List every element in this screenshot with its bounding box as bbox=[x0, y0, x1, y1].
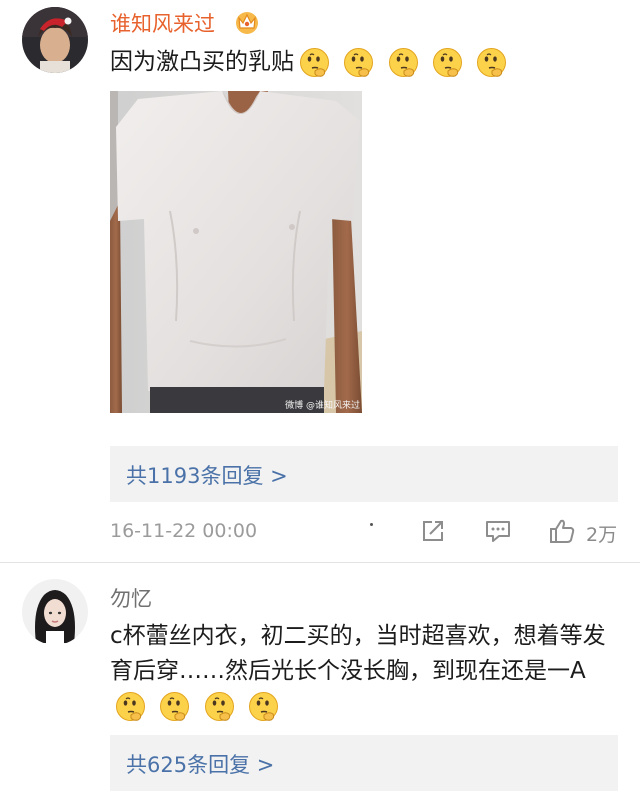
replies-box[interactable]: 共625条回复 > bbox=[110, 735, 618, 791]
emoji-row bbox=[294, 45, 508, 80]
comment-icon[interactable] bbox=[484, 517, 512, 545]
username[interactable]: 勿忆 bbox=[110, 583, 152, 613]
thinking-face-icon bbox=[247, 690, 280, 723]
thinking-face-icon bbox=[387, 46, 420, 79]
comment-text: 因为激凸买的乳贴 bbox=[110, 45, 620, 80]
thinking-face-icon bbox=[431, 46, 464, 79]
like-icon[interactable] bbox=[548, 517, 576, 545]
comment-item: 勿忆 c杯蕾丝内衣，初二买的，当时超喜欢，想着等发育后穿……然后光长个没长胸，到… bbox=[0, 563, 640, 798]
thinking-face-icon bbox=[475, 46, 508, 79]
thinking-face-icon bbox=[158, 690, 191, 723]
comment-body: c杯蕾丝内衣，初二买的，当时超喜欢，想着等发育后穿……然后光长个没长胸，到现在还… bbox=[110, 623, 606, 684]
view-replies-link[interactable]: 共1193条回复 > bbox=[126, 460, 288, 490]
replies-box[interactable]: 共1193条回复 > bbox=[110, 446, 618, 502]
emoji-row bbox=[110, 689, 280, 724]
comment-text: c杯蕾丝内衣，初二买的，当时超喜欢，想着等发育后穿……然后光长个没长胸，到现在还… bbox=[110, 619, 628, 724]
thinking-face-icon bbox=[342, 46, 375, 79]
crown-badge-icon bbox=[234, 9, 260, 35]
separator-dot bbox=[370, 523, 373, 526]
like-count: 2万 bbox=[586, 524, 618, 546]
timestamp: 16-11-22 00:00 bbox=[110, 520, 258, 542]
comment-item: 谁知风来过 因为激凸买的乳贴 微博 @谁知风来过 共1193条回复 > 16-1… bbox=[0, 0, 640, 563]
thinking-face-icon bbox=[203, 690, 236, 723]
avatar[interactable] bbox=[22, 7, 88, 73]
photo-watermark: 微博 @谁知风来过 bbox=[285, 401, 360, 411]
view-replies-link[interactable]: 共625条回复 > bbox=[126, 749, 274, 779]
share-icon[interactable] bbox=[419, 517, 447, 545]
thinking-face-icon bbox=[298, 46, 331, 79]
avatar[interactable] bbox=[22, 579, 88, 645]
username[interactable]: 谁知风来过 bbox=[110, 8, 215, 38]
thinking-face-icon bbox=[114, 690, 147, 723]
comment-body: 因为激凸买的乳贴 bbox=[110, 49, 294, 75]
comment-photo[interactable]: 微博 @谁知风来过 bbox=[110, 91, 362, 413]
